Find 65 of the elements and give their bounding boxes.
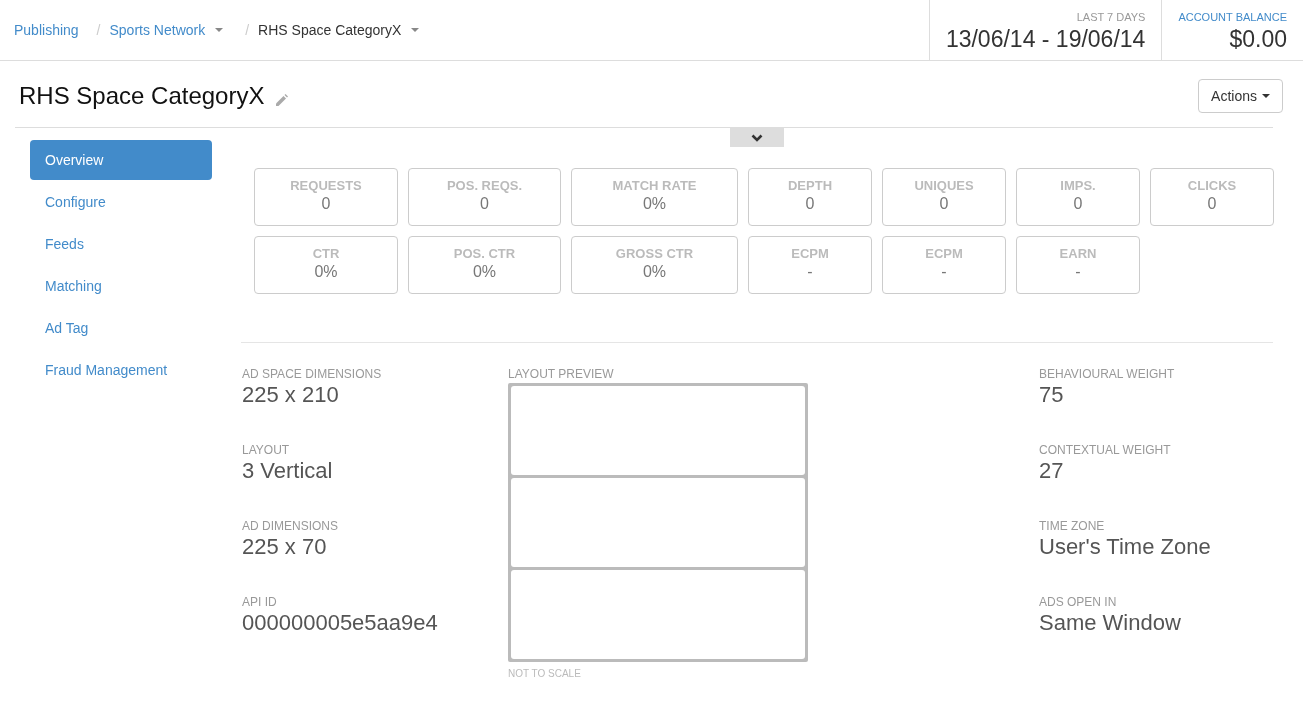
stat-label: DEPTH — [786, 178, 834, 194]
chevron-down-icon — [751, 133, 763, 142]
stat-value: 0 — [1206, 194, 1218, 214]
nav-item[interactable]: Feeds — [30, 224, 212, 264]
field-label: AD DIMENSIONS — [242, 519, 339, 533]
stat-value: - — [940, 262, 948, 282]
stat-label: POS. REQS. — [445, 178, 524, 194]
stat-label: UNIQUES — [913, 178, 975, 194]
stat-label: ECPM — [790, 246, 830, 262]
nav-item[interactable]: Ad Tag — [30, 308, 212, 348]
stat-label: ECPM — [924, 246, 964, 262]
field-value: User's Time Zone — [1039, 533, 1212, 561]
breadcrumb-link[interactable]: RHS Space CategoryX — [258, 22, 424, 38]
field-value: Same Window — [1039, 609, 1182, 637]
stat-value: - — [1074, 262, 1082, 282]
collapse-toggle[interactable] — [730, 128, 784, 147]
stat-value: 13/06/14 - 19/06/14 — [945, 25, 1146, 54]
field-value: 000000005e5aa9e4 — [242, 609, 439, 637]
stat-value: 0% — [471, 262, 498, 282]
field-label: AD SPACE DIMENSIONS — [242, 367, 383, 381]
stat-label: GROSS CTR — [614, 246, 695, 262]
stat-value: $0.00 — [1229, 25, 1287, 54]
stat-label: IMPS. — [1059, 178, 1097, 194]
stat-value: 0% — [641, 194, 668, 214]
field-value: 225 x 70 — [242, 533, 328, 561]
stat-link[interactable]: ACCOUNT BALANCE — [1178, 11, 1287, 24]
breadcrumb-separator: / — [96, 22, 101, 38]
page-title: RHS Space CategoryX — [19, 81, 265, 111]
pencil-icon[interactable] — [275, 93, 289, 107]
field-label: CONTEXTUAL WEIGHT — [1039, 443, 1172, 457]
field-label: LAYOUT — [242, 443, 291, 457]
field-value: 3 Vertical — [242, 457, 334, 485]
stat-value: 0 — [479, 194, 490, 214]
field-label: API ID — [242, 595, 278, 609]
stat-label: LAST 7 DAYS — [1076, 11, 1146, 24]
field-value: 225 x 210 — [242, 381, 340, 409]
stat-label: EARN — [1058, 246, 1098, 262]
stat-value: - — [806, 262, 814, 282]
stat-value: 0 — [804, 194, 816, 214]
stat-value: 0 — [938, 194, 950, 214]
stat-label: REQUESTS — [289, 178, 363, 194]
actions-button[interactable]: Actions — [1198, 79, 1283, 113]
stat-value: 0% — [641, 262, 668, 282]
caret-down-icon[interactable] — [1262, 94, 1270, 98]
preview-note: NOT TO SCALE — [508, 668, 581, 680]
field-label: TIME ZONE — [1039, 519, 1106, 533]
nav-item[interactable]: Overview — [30, 140, 212, 180]
stat-label: MATCH RATE — [611, 178, 698, 194]
field-label: BEHAVIOURAL WEIGHT — [1039, 367, 1176, 381]
breadcrumb-link[interactable]: Publishing — [14, 22, 79, 38]
field-value: 27 — [1039, 457, 1065, 485]
stat-value: 0 — [320, 194, 332, 214]
stat-label: CTR — [311, 246, 341, 262]
nav-item[interactable]: Configure — [30, 182, 212, 222]
stat-label: POS. CTR — [452, 246, 517, 262]
breadcrumb-link[interactable]: Sports Network — [109, 22, 228, 38]
breadcrumb-separator: / — [245, 22, 250, 38]
field-value: 75 — [1039, 381, 1065, 409]
preview-label: LAYOUT PREVIEW — [508, 367, 614, 381]
nav-item[interactable]: Fraud Management — [30, 350, 212, 390]
stat-label: CLICKS — [1186, 178, 1238, 194]
field-label: ADS OPEN IN — [1039, 595, 1118, 609]
stat-value: 0 — [1072, 194, 1084, 214]
nav-item[interactable]: Matching — [30, 266, 212, 306]
stat-value: 0% — [313, 262, 339, 282]
